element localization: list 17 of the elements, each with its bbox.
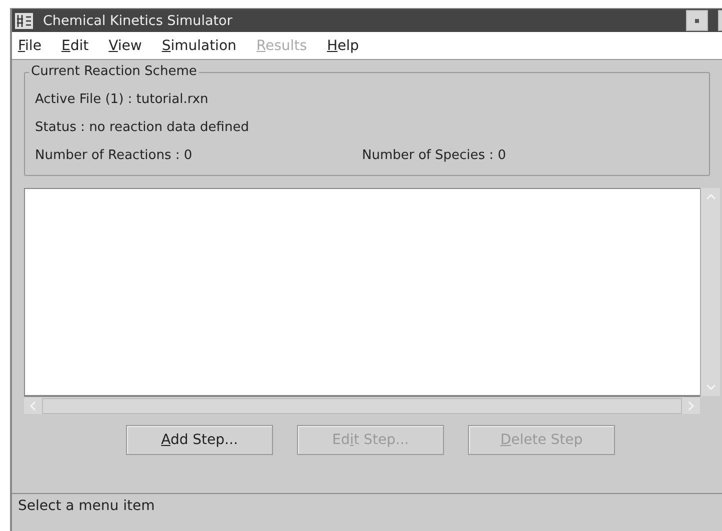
active-file-label: Active File (1) : tutorial.rxn: [35, 91, 210, 109]
reactions-count: Number of Reactions : 0: [35, 147, 194, 165]
vertical-scrollbar[interactable]: [700, 188, 720, 396]
reaction-list[interactable]: [24, 188, 700, 396]
status-text: Select a menu item: [18, 498, 155, 514]
step-button[interactable]: Add Step...: [126, 425, 273, 455]
app-icon: [15, 12, 33, 28]
menu-item[interactable]: Edit: [61, 38, 89, 54]
horizontal-scrollbar[interactable]: [24, 396, 700, 414]
menu-item[interactable]: Simulation: [162, 38, 236, 54]
minimize-button[interactable]: [686, 10, 708, 31]
window-title: Chemical Kinetics Simulator: [43, 12, 232, 28]
menu-item[interactable]: Help: [326, 38, 359, 54]
species-count: Number of Species : 0: [362, 147, 506, 165]
menu-item[interactable]: File: [18, 38, 42, 54]
status-label: Status : no reaction data defined: [35, 119, 250, 137]
menu-item[interactable]: View: [108, 38, 142, 54]
